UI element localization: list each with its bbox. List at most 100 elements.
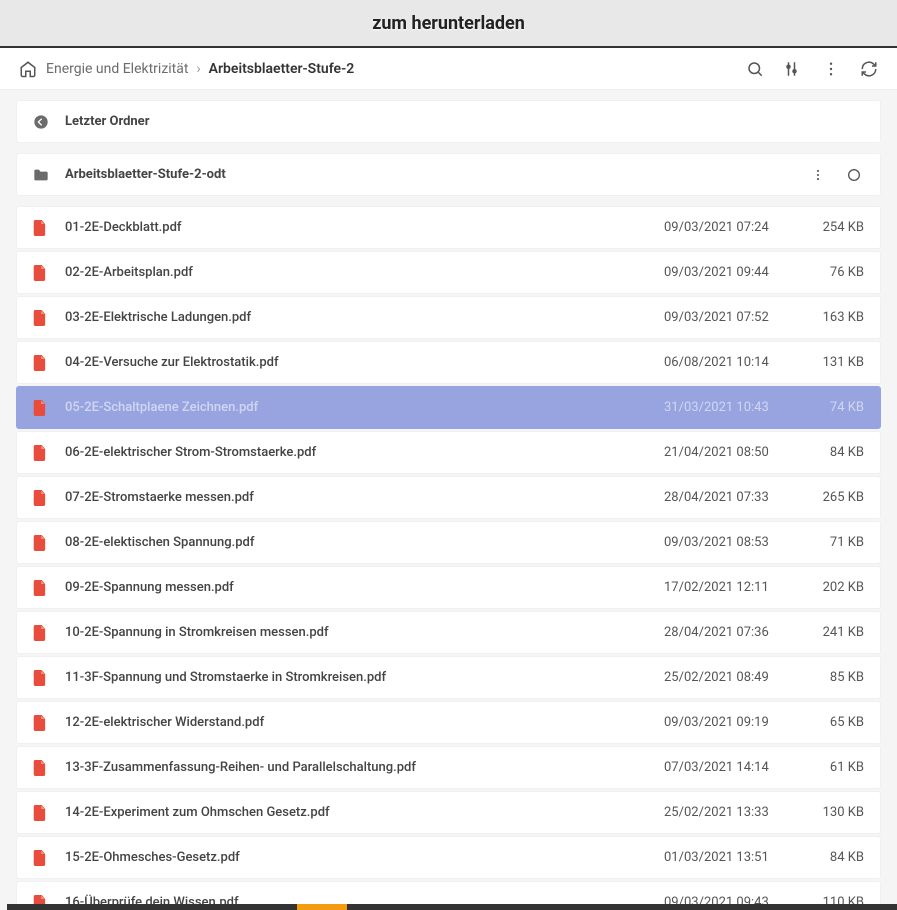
footer-accent — [297, 904, 347, 910]
back-row[interactable]: Letzter Ordner — [16, 100, 881, 143]
folder-row[interactable]: Arbeitsblaetter-Stufe-2-odt — [16, 153, 881, 196]
file-row[interactable]: 09-2E-Spannung messen.pdf17/02/2021 12:1… — [16, 566, 881, 609]
file-name: 04-2E-Versuche zur Elektrostatik.pdf — [65, 355, 664, 370]
file-size: 61 KB — [794, 760, 864, 775]
file-date: 09/03/2021 07:52 — [664, 310, 794, 325]
pdf-file-icon — [33, 445, 55, 461]
pdf-file-icon — [33, 535, 55, 551]
file-date: 21/04/2021 08:50 — [664, 445, 794, 460]
pdf-file-icon — [33, 355, 55, 371]
file-date: 28/04/2021 07:33 — [664, 490, 794, 505]
more-vertical-icon[interactable] — [808, 165, 828, 185]
folder-label: Arbeitsblaetter-Stufe-2-odt — [65, 167, 788, 182]
search-icon[interactable] — [745, 59, 765, 79]
breadcrumb-current: Arbeitsblaetter-Stufe-2 — [209, 61, 355, 77]
pdf-file-icon — [33, 220, 55, 236]
file-size: 71 KB — [794, 535, 864, 550]
pdf-file-icon — [33, 805, 55, 821]
file-date: 01/03/2021 13:51 — [664, 850, 794, 865]
breadcrumb-separator: › — [196, 61, 200, 77]
sliders-icon[interactable] — [783, 59, 803, 79]
file-name: 01-2E-Deckblatt.pdf — [65, 220, 664, 235]
file-name: 14-2E-Experiment zum Ohmschen Gesetz.pdf — [65, 805, 664, 820]
file-name: 13-3F-Zusammenfassung-Reihen- und Parall… — [65, 760, 664, 775]
file-row[interactable]: 11-3F-Spannung und Stromstaerke in Strom… — [16, 656, 881, 699]
file-name: 10-2E-Spannung in Stromkreisen messen.pd… — [65, 625, 664, 640]
file-row[interactable]: 02-2E-Arbeitsplan.pdf09/03/2021 09:4476 … — [16, 251, 881, 294]
pdf-file-icon — [33, 400, 55, 416]
toolbar: Energie und Elektrizität › Arbeitsblaett… — [0, 48, 897, 90]
more-vertical-icon[interactable] — [821, 59, 841, 79]
pdf-file-icon — [33, 670, 55, 686]
arrow-left-circle-icon — [33, 114, 55, 130]
file-date: 09/03/2021 09:44 — [664, 265, 794, 280]
file-size: 130 KB — [794, 805, 864, 820]
file-row[interactable]: 01-2E-Deckblatt.pdf09/03/2021 07:24254 K… — [16, 206, 881, 249]
file-size: 84 KB — [794, 850, 864, 865]
pdf-file-icon — [33, 490, 55, 506]
file-row[interactable]: 07-2E-Stromstaerke messen.pdf28/04/2021 … — [16, 476, 881, 519]
file-date: 25/02/2021 13:33 — [664, 805, 794, 820]
file-row[interactable]: 04-2E-Versuche zur Elektrostatik.pdf06/0… — [16, 341, 881, 384]
footer-bar — [7, 904, 897, 910]
file-size: 202 KB — [794, 580, 864, 595]
file-date: 07/03/2021 14:14 — [664, 760, 794, 775]
file-date: 06/08/2021 10:14 — [664, 355, 794, 370]
file-name: 15-2E-Ohmesches-Gesetz.pdf — [65, 850, 664, 865]
file-size: 85 KB — [794, 670, 864, 685]
file-name: 05-2E-Schaltplaene Zeichnen.pdf — [65, 400, 664, 415]
file-name: 09-2E-Spannung messen.pdf — [65, 580, 664, 595]
file-date: 09/03/2021 09:19 — [664, 715, 794, 730]
folder-icon — [33, 168, 55, 182]
file-date: 31/03/2021 10:43 — [664, 400, 794, 415]
file-date: 25/02/2021 08:49 — [664, 670, 794, 685]
refresh-icon[interactable] — [859, 59, 879, 79]
pdf-file-icon — [33, 760, 55, 776]
pdf-file-icon — [33, 265, 55, 281]
banner-text: zum herunterladen — [372, 13, 525, 34]
file-name: 03-2E-Elektrische Ladungen.pdf — [65, 310, 664, 325]
file-name: 12-2E-elektrischer Widerstand.pdf — [65, 715, 664, 730]
toolbar-actions — [745, 59, 879, 79]
page-banner: zum herunterladen — [0, 0, 897, 48]
file-row[interactable]: 08-2E-elektischen Spannung.pdf09/03/2021… — [16, 521, 881, 564]
home-icon[interactable] — [18, 59, 38, 79]
file-row[interactable]: 13-3F-Zusammenfassung-Reihen- und Parall… — [16, 746, 881, 789]
file-row[interactable]: 05-2E-Schaltplaene Zeichnen.pdf31/03/202… — [16, 386, 881, 429]
breadcrumb-part[interactable]: Energie und Elektrizität — [46, 61, 188, 77]
file-size: 74 KB — [794, 400, 864, 415]
pdf-file-icon — [33, 850, 55, 866]
file-size: 76 KB — [794, 265, 864, 280]
pdf-file-icon — [33, 715, 55, 731]
file-row[interactable]: 06-2E-elektrischer Strom-Stromstaerke.pd… — [16, 431, 881, 474]
file-date: 28/04/2021 07:36 — [664, 625, 794, 640]
file-row[interactable]: 12-2E-elektrischer Widerstand.pdf09/03/2… — [16, 701, 881, 744]
pdf-file-icon — [33, 310, 55, 326]
file-row[interactable]: 10-2E-Spannung in Stromkreisen messen.pd… — [16, 611, 881, 654]
back-label: Letzter Ordner — [65, 114, 864, 129]
file-row[interactable]: 14-2E-Experiment zum Ohmschen Gesetz.pdf… — [16, 791, 881, 834]
folder-row-actions — [808, 165, 864, 185]
file-list-content: Letzter Ordner Arbeitsblaetter-Stufe-2-o… — [0, 90, 897, 910]
file-name: 02-2E-Arbeitsplan.pdf — [65, 265, 664, 280]
file-size: 241 KB — [794, 625, 864, 640]
file-date: 09/03/2021 07:24 — [664, 220, 794, 235]
file-size: 163 KB — [794, 310, 864, 325]
file-date: 09/03/2021 08:53 — [664, 535, 794, 550]
file-date: 17/02/2021 12:11 — [664, 580, 794, 595]
file-name: 06-2E-elektrischer Strom-Stromstaerke.pd… — [65, 445, 664, 460]
circle-icon[interactable] — [844, 165, 864, 185]
file-size: 84 KB — [794, 445, 864, 460]
file-size: 131 KB — [794, 355, 864, 370]
file-size: 265 KB — [794, 490, 864, 505]
pdf-file-icon — [33, 580, 55, 596]
pdf-file-icon — [33, 625, 55, 641]
file-size: 254 KB — [794, 220, 864, 235]
file-row[interactable]: 15-2E-Ohmesches-Gesetz.pdf01/03/2021 13:… — [16, 836, 881, 879]
file-name: 08-2E-elektischen Spannung.pdf — [65, 535, 664, 550]
file-size: 65 KB — [794, 715, 864, 730]
file-row[interactable]: 03-2E-Elektrische Ladungen.pdf09/03/2021… — [16, 296, 881, 339]
file-name: 11-3F-Spannung und Stromstaerke in Strom… — [65, 670, 664, 685]
file-name: 07-2E-Stromstaerke messen.pdf — [65, 490, 664, 505]
breadcrumb: Energie und Elektrizität › Arbeitsblaett… — [18, 59, 745, 79]
